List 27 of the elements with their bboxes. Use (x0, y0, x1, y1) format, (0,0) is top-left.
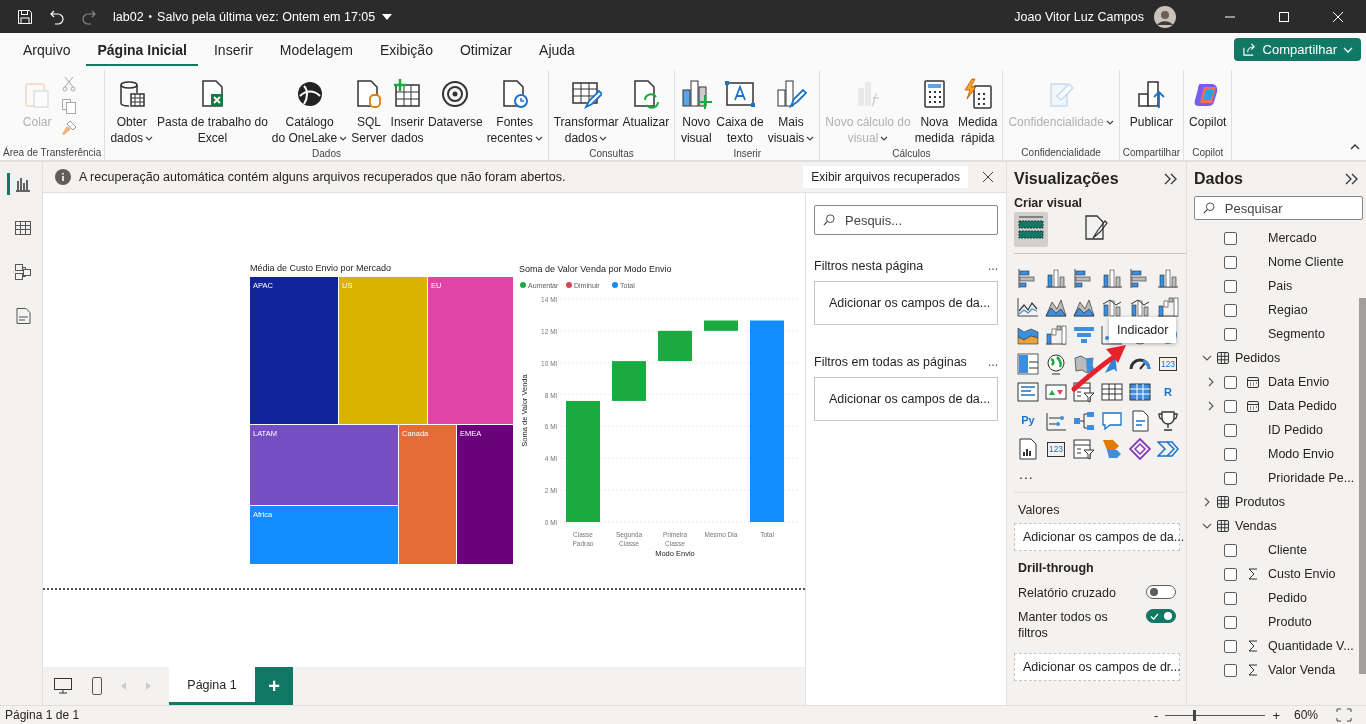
section-title: Valores (1018, 503, 1061, 517)
toggle-label: Relatório cruzado (1018, 585, 1117, 601)
pane-title: Visualizações (1014, 170, 1119, 188)
group-label: Copilot (1192, 147, 1224, 158)
section-title: Drill-through (1018, 561, 1095, 575)
group-label: Cálculos (892, 148, 931, 159)
group-label: Inserir (733, 148, 762, 159)
group-label: Compartilhar (1122, 147, 1181, 158)
user-name: Joao Vitor Luz Campos (1014, 9, 1144, 24)
toggle-label: Manter todos os filtros (1018, 609, 1109, 641)
pane-title: Dados (1194, 170, 1243, 188)
chart-title: Média de Custo Envio por Mercado (250, 263, 393, 275)
tooltip: Indicador (1109, 317, 1177, 343)
group-label: Confidencialidade (1021, 147, 1101, 158)
save-status: Salvo pela última vez: Ontem em 17:05 (157, 9, 376, 24)
section-title: Criar visual (1014, 196, 1084, 210)
group-label: Dados (312, 148, 341, 159)
chart-title: Soma de Valor Venda por Modo Envio (519, 264, 672, 274)
section-title: Filtros em todas as páginas (814, 355, 967, 369)
zoom-level: 60% (1293, 708, 1318, 722)
notification-message: A recuperação automática contém alguns arquivos recuperados que não foram abertos. (79, 170, 566, 184)
group-label: Consultas (589, 148, 634, 159)
page-count: Página 1 de 1 (5, 708, 80, 722)
separator-dot: • (148, 11, 153, 22)
file-name: lab02 (113, 9, 144, 24)
section-title: Filtros nesta página (814, 259, 924, 273)
group-label: Área de Transferência (3, 147, 102, 158)
